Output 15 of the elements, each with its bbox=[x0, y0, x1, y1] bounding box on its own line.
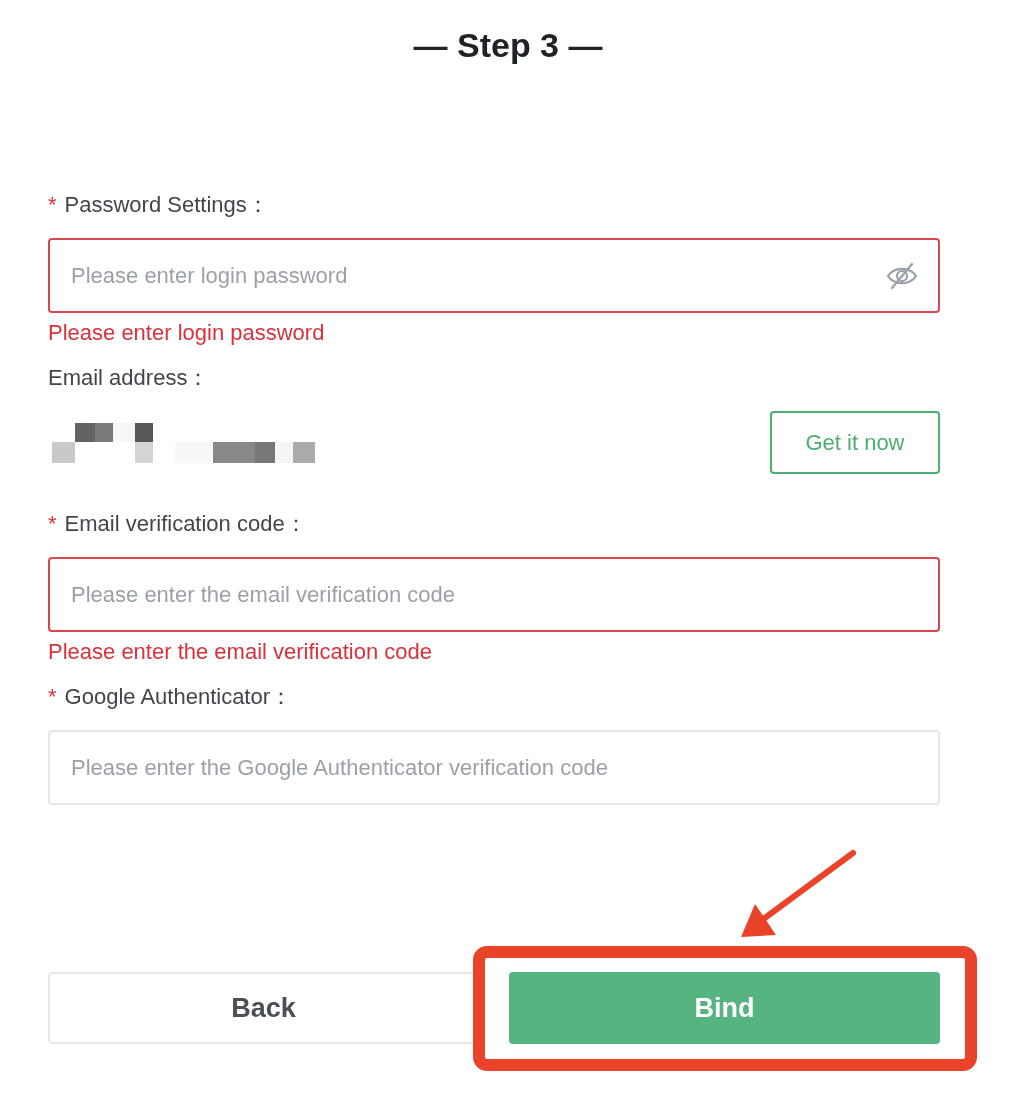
eye-slash-icon[interactable] bbox=[886, 262, 918, 290]
error-message: Please enter login password bbox=[48, 319, 325, 347]
bind-button[interactable]: Bind bbox=[509, 972, 940, 1044]
error-message: Please enter the email verification code bbox=[48, 638, 432, 666]
field-label: Email address： bbox=[48, 364, 210, 392]
password-field[interactable]: Please enter login password bbox=[48, 238, 940, 313]
required-asterisk: * bbox=[48, 683, 57, 711]
field-label: Google Authenticator： bbox=[64, 683, 293, 711]
required-asterisk: * bbox=[48, 191, 57, 219]
field-label: Password Settings： bbox=[64, 191, 269, 219]
text-field[interactable]: Please enter the email verification code bbox=[48, 557, 940, 632]
step-title: — Step 3 — bbox=[413, 25, 603, 66]
field-label: Email verification code： bbox=[64, 510, 307, 538]
required-asterisk: * bbox=[48, 510, 57, 538]
get-code-button[interactable]: Get it now bbox=[770, 411, 940, 474]
